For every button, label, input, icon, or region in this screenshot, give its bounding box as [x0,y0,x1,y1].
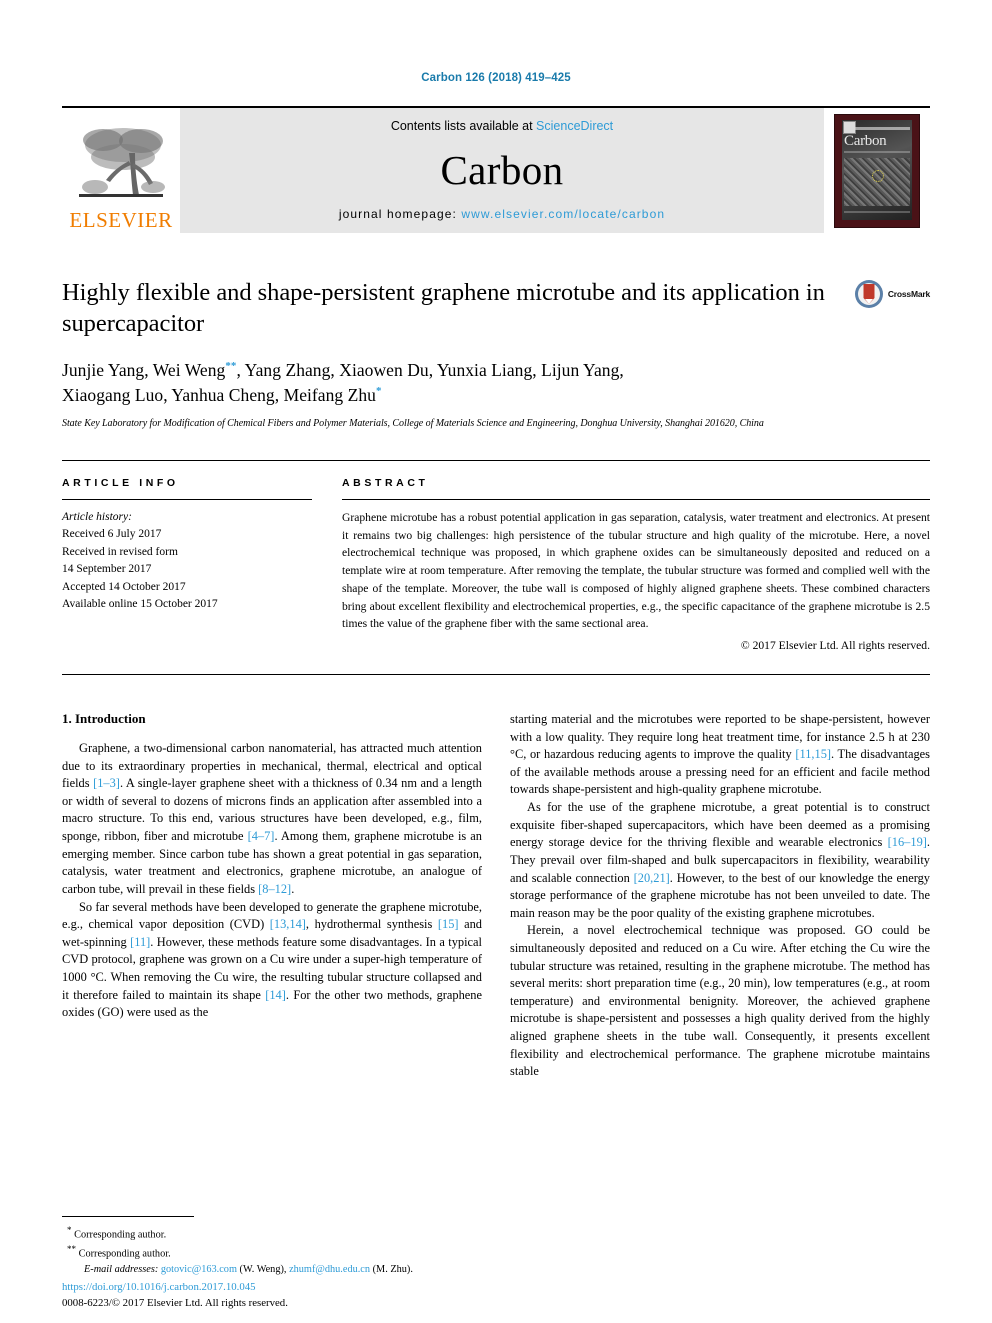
abstract-text: Graphene microtube has a robust potentia… [342,510,930,631]
running-head: Carbon 126 (2018) 419–425 [421,72,571,84]
crossmark-badge[interactable]: CrossMark [854,279,930,309]
history-item: Accepted 14 October 2017 [62,580,186,593]
author-names-a: Junjie Yang, Wei Weng [62,359,226,380]
paragraph: Graphene, a two-dimensional carbon nanom… [62,740,482,898]
body-divider [62,674,930,676]
abstract-copyright: © 2017 Elsevier Ltd. All rights reserved… [740,639,930,653]
author-names-c: Xiaogang Luo, Yanhua Cheng, Meifang Zhu [62,384,376,405]
history-item: Available online 15 October 2017 [62,598,218,611]
journal-homepage-line: journal homepage: www.elsevier.com/locat… [339,207,665,221]
journal-masthead: ELSEVIER Contents lists available at Sci… [62,106,930,233]
cover-micrograph [844,157,910,206]
email-who-zhu: (M. Zhu). [372,1263,413,1275]
page-title: Highly flexible and shape-persistent gra… [62,279,825,338]
article-info-rule [62,498,312,500]
email-link-zhu[interactable]: zhumf@dhu.edu.cn [289,1264,370,1275]
author-sup-zhu: * [376,384,382,397]
citation-link[interactable]: [1–3] [93,776,120,790]
contents-available-line: Contents lists available at ScienceDirec… [391,119,613,133]
email-who-weng: (W. Weng), [239,1263,287,1275]
citation-link[interactable]: [4–7] [248,829,275,843]
author-sup-weng: ** [225,359,237,372]
article-info-heading: ARTICLE INFO [62,476,179,489]
doi-block: https://doi.org/10.1016/j.carbon.2017.10… [62,1279,522,1311]
history-item: Received in revised form [62,545,178,558]
elsevier-wordmark: ELSEVIER [69,208,173,232]
author-line-1: Junjie Yang, Wei Weng**, Yang Zhang, Xia… [62,358,930,383]
cover-journal-title: Carbon [844,132,887,149]
footnote-rule [62,1215,194,1217]
abstract-heading: ABSTRACT [342,476,429,489]
intro-right-paragraphs: starting material and the microtubes wer… [510,711,930,1081]
paragraph-text: , hydrothermal synthesis [305,917,438,932]
affiliation: State Key Laboratory for Modification of… [62,418,764,430]
cover-rule-bottom [844,210,910,213]
author-list: Junjie Yang, Wei Weng**, Yang Zhang, Xia… [62,358,930,408]
masthead-center: Contents lists available at ScienceDirec… [180,108,824,233]
citation-link[interactable]: [16–19] [888,835,927,849]
citation-link[interactable]: [20,21] [634,871,670,885]
corresponding-sup-2: ** [67,1243,76,1254]
citation-link[interactable]: [15] [438,917,459,931]
cover-rule-mid [844,150,910,153]
abstract-rule [342,498,930,500]
intro-left-paragraphs: Graphene, a two-dimensional carbon nanom… [62,740,482,1022]
corresponding-text-1: Corresponding author. [74,1229,167,1241]
corresponding-text-2: Corresponding author. [78,1248,171,1260]
title-row: Highly flexible and shape-persistent gra… [62,277,930,340]
history-item: 14 September 2017 [62,563,152,576]
article-info-column: ARTICLE INFO Article history: Received 6… [62,477,312,652]
crossmark-label: CrossMark [887,289,930,299]
info-abstract-section: ARTICLE INFO Article history: Received 6… [62,459,930,652]
paragraph-text: . [291,881,295,896]
email-link-weng[interactable]: gotovic@163.com [161,1264,237,1275]
body-column-left: 1. Introduction Graphene, a two-dimensio… [62,711,482,1081]
abstract-column: ABSTRACT Graphene microtube has a robust… [342,477,930,652]
email-label: E-mail addresses: [84,1263,159,1275]
journal-cover-image: Carbon [834,113,920,228]
issn-copyright: 0008-6223/© 2017 Elsevier Ltd. All right… [62,1296,288,1309]
citation-link[interactable]: [13,14] [270,917,306,931]
author-line-2: Xiaogang Luo, Yanhua Cheng, Meifang Zhu* [62,383,930,408]
email-addresses-line: E-mail addresses: gotovic@163.com (W. We… [62,1262,482,1277]
sciencedirect-link[interactable]: ScienceDirect [536,119,613,133]
paragraph-text: As for the use of the graphene microtube… [510,800,930,850]
corresponding-author-1: * Corresponding author. [62,1224,482,1243]
journal-title: Carbon [440,146,564,193]
journal-cover: Carbon [824,108,930,233]
section-heading-introduction: 1. Introduction [62,711,146,727]
journal-homepage-link[interactable]: www.elsevier.com/locate/carbon [461,207,665,221]
citation-link[interactable]: [11] [130,935,150,949]
corresponding-sup-1: * [67,1224,72,1235]
history-item: Received 6 July 2017 [62,528,162,541]
cover-rule-top [844,126,910,130]
corresponding-author-2: ** Corresponding author. [62,1243,482,1262]
body-column-right: starting material and the microtubes wer… [510,711,930,1081]
contents-prefix: Contents lists available at [390,119,537,133]
body-columns: 1. Introduction Graphene, a two-dimensio… [62,711,930,1081]
article-history-label: Article history: [62,510,132,523]
crossmark-icon [854,280,883,308]
citation-link[interactable]: [11,15] [795,747,831,761]
article-page: Carbon 126 (2018) 419–425 ELSEVIER Conte… [0,0,992,1323]
cover-highlight-circle [872,169,884,182]
author-names-b: , Yang Zhang, Xiaowen Du, Yunxia Liang, … [236,359,624,380]
paragraph: As for the use of the graphene microtube… [510,799,930,922]
citation-link[interactable]: [8–12] [258,882,291,896]
paragraph: starting material and the microtubes wer… [510,711,930,799]
homepage-prefix: journal homepage: [338,207,462,221]
elsevier-tree-icon [79,128,165,197]
doi-link[interactable]: https://doi.org/10.1016/j.carbon.2017.10… [62,1279,522,1295]
citation-link[interactable]: [14] [265,988,286,1002]
elsevier-logo: ELSEVIER [62,108,180,233]
paragraph-text: Herein, a novel electrochemical techniqu… [510,923,930,1079]
paragraph: Herein, a novel electrochemical techniqu… [510,922,930,1080]
paragraph: So far several methods have been develop… [62,899,482,1022]
footnote-block: * Corresponding author. ** Corresponding… [62,1215,482,1277]
